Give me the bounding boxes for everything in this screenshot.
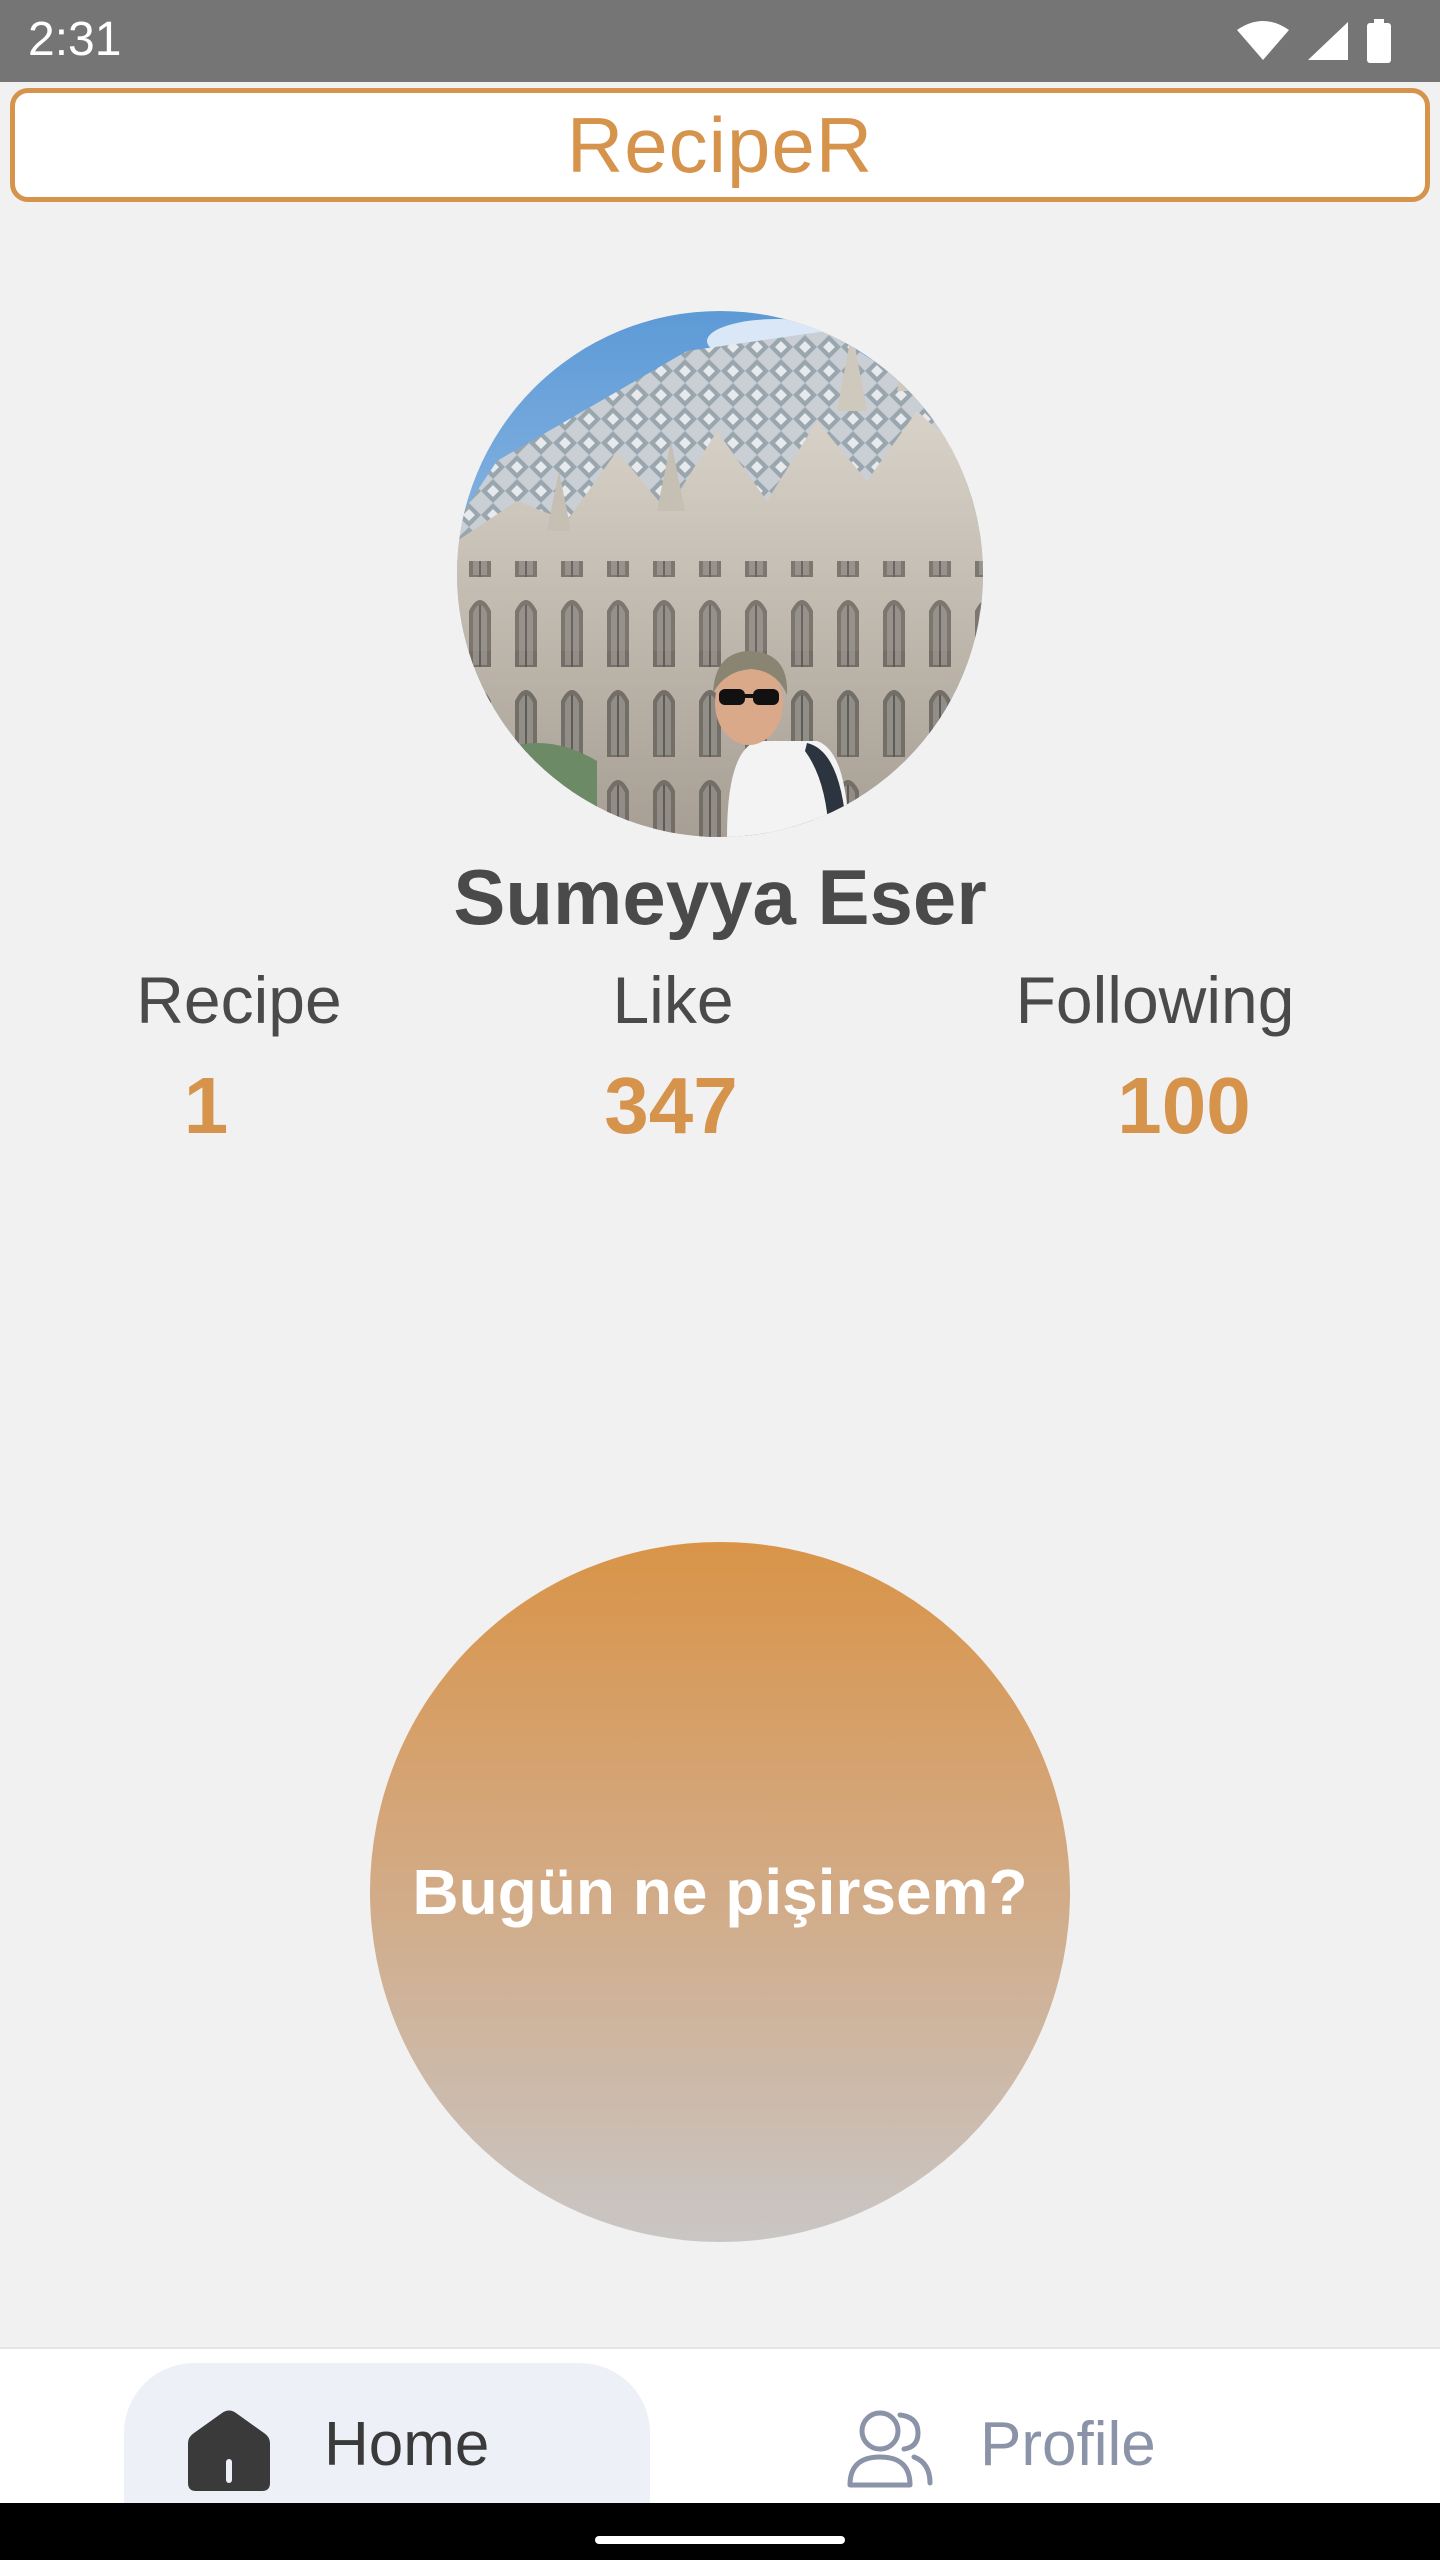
app-title: RecipeR: [566, 100, 874, 189]
nav-item-profile[interactable]: Profile: [830, 2363, 1250, 2505]
stat-like-label: Like: [612, 963, 734, 1037]
stat-following-value[interactable]: 100: [1117, 1060, 1250, 1152]
avatar[interactable]: [457, 311, 983, 837]
gesture-handle[interactable]: [595, 2536, 845, 2544]
stat-like-value[interactable]: 347: [604, 1060, 737, 1152]
bottom-navigation: Home Profile: [0, 2347, 1440, 2505]
users-icon: [847, 2410, 933, 2488]
what-to-cook-button[interactable]: Bugün ne pişirsem?: [370, 1542, 1070, 2242]
stat-following-label: Following: [1015, 963, 1295, 1037]
stat-recipe-label: Recipe: [136, 963, 342, 1037]
status-bar: 2:31: [0, 0, 1440, 82]
stat-recipe-value[interactable]: 1: [184, 1060, 229, 1152]
wifi-icon: [1237, 21, 1289, 60]
system-navigation-bar: [0, 2503, 1440, 2560]
home-icon: [188, 2410, 270, 2491]
what-to-cook-label: Bugün ne pişirsem?: [412, 1856, 1028, 1928]
battery-icon: [1367, 19, 1391, 63]
profile-name: Sumeyya Eser: [453, 853, 987, 941]
nav-item-home[interactable]: Home: [124, 2363, 650, 2505]
app-bar: RecipeR: [10, 88, 1430, 202]
signal-icon: [1308, 22, 1348, 60]
status-time: 2:31: [28, 13, 122, 66]
nav-home-label: Home: [324, 2410, 490, 2479]
status-icons: [1236, 18, 1392, 64]
profile-photo: [457, 311, 983, 837]
nav-profile-label: Profile: [980, 2410, 1156, 2479]
